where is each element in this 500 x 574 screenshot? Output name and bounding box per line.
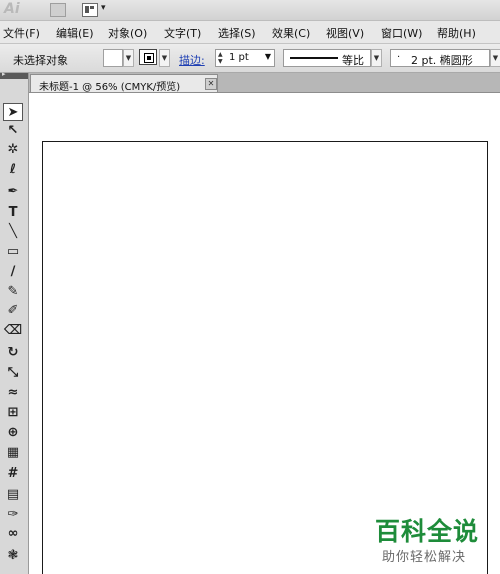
stroke-swatch[interactable] — [139, 49, 157, 65]
direct-selection-tool-icon[interactable]: ↖ — [3, 122, 23, 140]
menu-type[interactable]: 文字(T) — [164, 25, 201, 41]
rotate-tool-icon[interactable]: ↻ — [3, 344, 23, 362]
document-tab-label: 未标题-1 @ 56% (CMYK/预览) — [39, 82, 181, 93]
brush-label: 2 pt. 椭圆形 — [411, 54, 473, 67]
brush-definition[interactable]: · 2 pt. 椭圆形 — [390, 49, 490, 67]
arrange-dropdown-icon[interactable]: ▾ — [101, 3, 106, 13]
stroke-weight-dropdown-icon[interactable]: ▼ — [265, 52, 271, 61]
type-tool-icon[interactable]: T — [3, 204, 23, 222]
shape-builder-tool-icon[interactable]: ⊕ — [3, 424, 23, 442]
profile-dropdown-icon[interactable]: ▼ — [371, 49, 382, 67]
profile-line-preview — [290, 57, 338, 59]
stroke-panel-link[interactable]: 描边: — [179, 52, 205, 68]
pencil-tool-icon[interactable]: ✎ — [3, 283, 23, 301]
magic-wand-tool-icon[interactable]: ✲ — [3, 141, 23, 159]
line-tool-icon[interactable]: ╲ — [3, 223, 23, 241]
free-transform-tool-icon[interactable]: ⊞ — [3, 404, 23, 422]
variable-width-profile[interactable]: 等比 — [283, 49, 371, 67]
eraser-tool-icon[interactable]: ⌫ — [3, 322, 23, 340]
menu-view[interactable]: 视图(V) — [326, 25, 364, 41]
watermark-title: 百科全说 — [375, 517, 480, 546]
stroke-weight-value: 1 pt — [229, 52, 249, 63]
document-tab-strip: 未标题-1 @ 56% (CMYK/预览) ✕ — [29, 73, 500, 93]
menu-help[interactable]: 帮助(H) — [437, 25, 476, 41]
canvas[interactable] — [29, 93, 500, 574]
fill-swatch[interactable] — [103, 49, 123, 67]
tools-panel: ➤↖✲ ℓ ✒ T╲ ▭ ∕ ✎✐ ⌫ ↻ ⤡ ≈ ⊞ ⊕ ▦ # ▤ ✑∞ ❃ — [0, 70, 29, 574]
close-tab-icon[interactable]: ✕ — [205, 78, 217, 90]
symbol-sprayer-tool-icon[interactable]: ❃ — [3, 547, 23, 565]
eyedropper-tool-icon[interactable]: ✑ — [3, 506, 23, 524]
menu-window[interactable]: 窗口(W) — [381, 25, 422, 41]
artboard[interactable] — [42, 141, 488, 574]
rectangle-tool-icon[interactable]: ▭ — [3, 243, 23, 261]
brush-dot-icon: · — [397, 52, 401, 63]
tools-panel-grip[interactable] — [0, 70, 28, 79]
scale-tool-icon[interactable]: ⤡ — [3, 364, 23, 382]
warp-tool-icon[interactable]: ≈ — [3, 384, 23, 402]
menu-edit[interactable]: 编辑(E) — [56, 25, 94, 41]
mesh-tool-icon[interactable]: # — [3, 465, 23, 483]
stroke-dropdown-icon[interactable]: ▼ — [159, 49, 170, 67]
blob-brush-tool-icon[interactable]: ✐ — [3, 302, 23, 320]
lasso-tool-icon[interactable]: ℓ — [3, 161, 23, 179]
perspective-grid-tool-icon[interactable]: ▦ — [3, 444, 23, 462]
menu-bar: 文件(F) 编辑(E) 对象(O) 文字(T) 选择(S) 效果(C) 视图(V… — [0, 21, 500, 44]
profile-label: 等比 — [342, 54, 364, 67]
title-bar: Ai ▾ — [0, 0, 500, 21]
selection-status: 未选择对象 — [13, 54, 68, 67]
menu-select[interactable]: 选择(S) — [218, 25, 256, 41]
control-bar: 未选择对象 ▼ ▼ 描边: ▲ ▼ 1 pt ▼ 等比 ▼ · 2 pt. 椭圆形… — [0, 44, 500, 73]
menu-object[interactable]: 对象(O) — [108, 25, 147, 41]
stroke-weight-stepper-icon[interactable]: ▲ ▼ — [218, 51, 223, 65]
arrange-documents-icon[interactable] — [82, 3, 98, 17]
brush-dropdown-icon[interactable]: ▼ — [490, 49, 500, 67]
pen-tool-icon[interactable]: ✒ — [3, 183, 23, 201]
stroke-weight-field[interactable]: ▲ ▼ 1 pt ▼ — [215, 49, 275, 67]
watermark-subtitle: 助你轻松解决 — [382, 550, 467, 565]
menu-effect[interactable]: 效果(C) — [272, 25, 310, 41]
selection-tool-icon[interactable]: ➤ — [3, 103, 23, 121]
fill-dropdown-icon[interactable]: ▼ — [123, 49, 134, 67]
document-area: 未标题-1 @ 56% (CMYK/预览) ✕ — [29, 73, 500, 574]
document-tab[interactable]: 未标题-1 @ 56% (CMYK/预览) ✕ — [30, 74, 218, 93]
bridge-icon[interactable] — [50, 3, 66, 17]
app-logo: Ai — [4, 1, 20, 17]
gradient-tool-icon[interactable]: ▤ — [3, 486, 23, 504]
menu-file[interactable]: 文件(F) — [3, 25, 40, 41]
blend-tool-icon[interactable]: ∞ — [3, 525, 23, 543]
paintbrush-tool-icon[interactable]: ∕ — [3, 263, 23, 281]
